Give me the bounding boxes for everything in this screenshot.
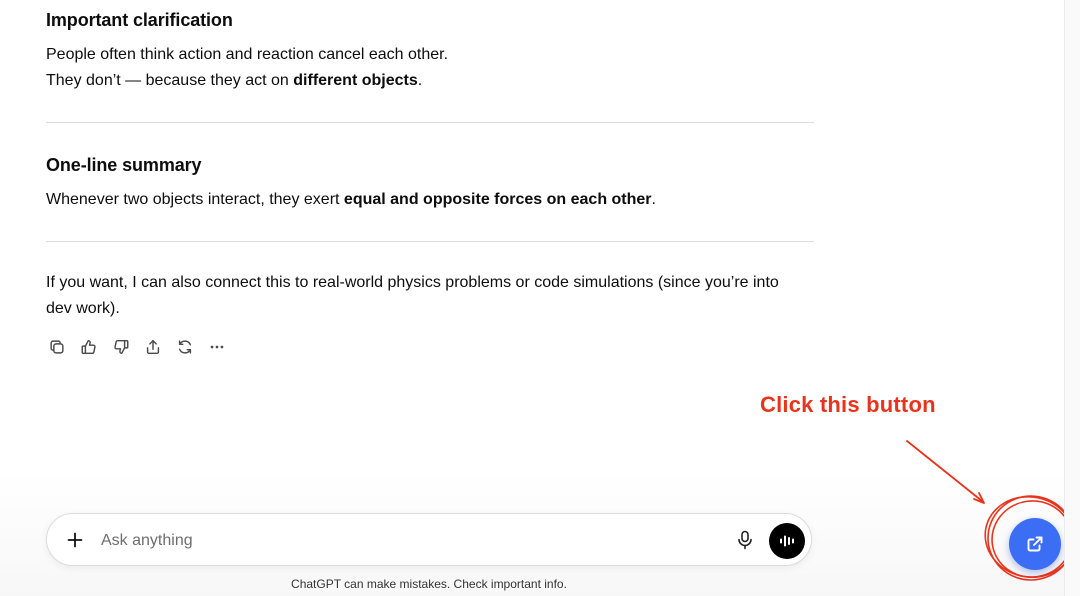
voice-mode-button[interactable]: [769, 523, 805, 559]
prompt-input[interactable]: [99, 528, 703, 554]
share-icon: [146, 339, 160, 355]
plus-icon: [67, 532, 83, 548]
thumbs-up-icon: [81, 339, 96, 355]
external-link-icon: [1027, 536, 1043, 552]
offer-line-2: dev work).: [46, 300, 120, 317]
summary-text: Whenever two objects interact, they exer…: [46, 191, 656, 208]
bad-response-button[interactable]: [110, 336, 132, 358]
thumbs-down-icon: [114, 339, 129, 355]
composer: [46, 513, 812, 566]
microphone-icon: [738, 530, 752, 550]
copy-button[interactable]: [46, 336, 68, 358]
refresh-icon: [178, 340, 192, 354]
message-actions: [46, 336, 228, 358]
copy-icon: [50, 340, 64, 354]
add-attachment-button[interactable]: [63, 528, 87, 552]
offer-line-1: If you want, I can also connect this to …: [46, 274, 779, 291]
more-button[interactable]: [206, 336, 228, 358]
dictate-button[interactable]: [733, 528, 757, 552]
clarification-line-2: They don’t — because they act on differe…: [46, 72, 423, 89]
clarification-heading: Important clarification: [46, 10, 233, 30]
good-response-button[interactable]: [78, 336, 100, 358]
summary-heading: One-line summary: [46, 155, 202, 175]
share-button[interactable]: [142, 336, 164, 358]
annotation-label: Click this button: [760, 392, 936, 417]
clarification-line-1: People often think action and reaction c…: [46, 46, 449, 63]
scrollbar-track[interactable]: [1064, 0, 1080, 596]
section-divider: [46, 241, 814, 242]
regenerate-button[interactable]: [174, 336, 196, 358]
section-divider: [46, 122, 814, 123]
open-in-new-window-button[interactable]: [1009, 518, 1061, 570]
voice-waveform-icon: [780, 535, 794, 547]
chat-page: Important clarification People often thi…: [0, 0, 1080, 596]
more-icon: [210, 345, 224, 349]
disclaimer: ChatGPT can make mistakes. Check importa…: [291, 577, 567, 591]
